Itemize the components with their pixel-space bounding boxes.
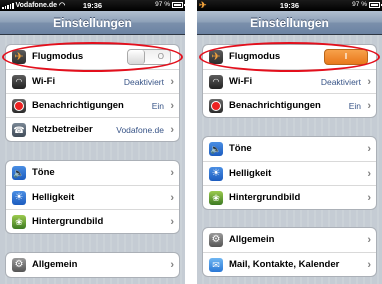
screen-airplane-off: Vodafone.de ◠ 19:36 97 % Einstellungen ✈…	[0, 0, 185, 284]
chevron-right-icon: ›	[170, 216, 174, 228]
row-label: Netzbetreiber	[32, 124, 93, 135]
airplane-icon: ✈	[209, 50, 223, 64]
screen-airplane-on: ✈ 19:36 97 % Einstellungen ✈ Flugmodus I…	[197, 0, 382, 284]
row-airplane-mode: ✈ Flugmodus I	[203, 45, 376, 69]
row-value: Vodafone.de	[116, 125, 164, 135]
chevron-right-icon: ›	[367, 192, 371, 204]
chevron-right-icon: ›	[367, 259, 371, 271]
settings-group-general: ⚙ Allgemein › ✉ Mail, Kontakte, Kalender…	[202, 227, 377, 277]
brightness-icon: ☀	[209, 167, 223, 181]
brightness-icon: ☀	[12, 191, 26, 205]
toggle-knob	[128, 50, 145, 64]
row-label: Flugmodus	[32, 51, 84, 62]
row-label: Hintergrundbild	[229, 192, 301, 203]
gear-icon: ⚙	[12, 258, 26, 272]
row-value: Ein	[151, 101, 164, 111]
row-brightness[interactable]: ☀ Helligkeit ›	[6, 185, 179, 209]
mail-icon: ✉	[209, 258, 223, 272]
chevron-right-icon: ›	[367, 143, 371, 155]
row-notifications[interactable]: Benachrichtigungen Ein ›	[6, 93, 179, 117]
chevron-right-icon: ›	[367, 100, 371, 112]
row-general[interactable]: ⚙ Allgemein ›	[203, 228, 376, 252]
row-label: Helligkeit	[229, 168, 272, 179]
row-label: Flugmodus	[229, 51, 281, 62]
page-title: Einstellungen	[197, 11, 382, 35]
row-label: Helligkeit	[32, 192, 75, 203]
gear-icon: ⚙	[209, 233, 223, 247]
row-label: Mail, Kontakte, Kalender	[229, 259, 340, 270]
battery-percent: 97 %	[352, 1, 367, 8]
wallpaper-icon: ❀	[209, 191, 223, 205]
wallpaper-icon: ❀	[12, 215, 26, 229]
carrier-icon: ☎	[12, 123, 26, 137]
settings-group-connectivity: ✈ Flugmodus I ◠ Wi-Fi Deaktiviert › Bena…	[202, 44, 377, 118]
wifi-icon: ◠	[12, 75, 26, 89]
wifi-icon: ◠	[209, 75, 223, 89]
row-airplane-mode: ✈ Flugmodus O	[6, 45, 179, 69]
row-label: Töne	[32, 167, 55, 178]
row-value: Ein	[348, 101, 361, 111]
row-value: Deaktiviert	[320, 77, 361, 87]
row-notifications[interactable]: Benachrichtigungen Ein ›	[203, 93, 376, 117]
battery-icon	[172, 1, 185, 8]
chevron-right-icon: ›	[170, 192, 174, 204]
status-bar: Vodafone.de ◠ 19:36 97 %	[0, 0, 185, 11]
row-wallpaper[interactable]: ❀ Hintergrundbild ›	[6, 209, 179, 233]
notifications-icon	[209, 99, 223, 113]
battery-percent: 97 %	[155, 1, 170, 8]
chevron-right-icon: ›	[367, 234, 371, 246]
row-label: Allgemein	[32, 259, 78, 270]
airplane-mode-toggle[interactable]: I	[324, 49, 368, 65]
settings-group-display: 🔈 Töne › ☀ Helligkeit › ❀ Hintergrundbil…	[202, 136, 377, 210]
speaker-icon: 🔈	[209, 142, 223, 156]
row-carrier[interactable]: ☎ Netzbetreiber Vodafone.de ›	[6, 117, 179, 141]
airplane-mode-toggle[interactable]: O	[127, 49, 171, 65]
row-sounds[interactable]: 🔈 Töne ›	[6, 161, 179, 185]
row-brightness[interactable]: ☀ Helligkeit ›	[203, 161, 376, 185]
row-general[interactable]: ⚙ Allgemein ›	[6, 253, 179, 277]
status-bar: ✈ 19:36 97 %	[197, 0, 382, 11]
row-wifi[interactable]: ◠ Wi-Fi Deaktiviert ›	[6, 69, 179, 93]
speaker-icon: 🔈	[12, 166, 26, 180]
row-wifi[interactable]: ◠ Wi-Fi Deaktiviert ›	[203, 69, 376, 93]
row-sounds[interactable]: 🔈 Töne ›	[203, 137, 376, 161]
settings-group-display: 🔈 Töne › ☀ Helligkeit › ❀ Hintergrundbil…	[5, 160, 180, 234]
chevron-right-icon: ›	[170, 167, 174, 179]
row-label: Hintergrundbild	[32, 216, 104, 227]
row-label: Benachrichtigungen	[32, 100, 124, 111]
row-label: Wi-Fi	[229, 76, 253, 87]
row-mail[interactable]: ✉ Mail, Kontakte, Kalender ›	[203, 252, 376, 276]
airplane-icon: ✈	[12, 50, 26, 64]
settings-group-general: ⚙ Allgemein ›	[5, 252, 180, 278]
row-label: Wi-Fi	[32, 76, 56, 87]
row-label: Töne	[229, 143, 252, 154]
toggle-on-mark: I	[344, 52, 348, 61]
row-value: Deaktiviert	[123, 77, 164, 87]
chevron-right-icon: ›	[170, 100, 174, 112]
chevron-right-icon: ›	[367, 76, 371, 88]
toggle-off-mark: O	[157, 52, 164, 61]
notifications-icon	[12, 99, 26, 113]
chevron-right-icon: ›	[170, 124, 174, 136]
row-wallpaper[interactable]: ❀ Hintergrundbild ›	[203, 185, 376, 209]
chevron-right-icon: ›	[367, 168, 371, 180]
chevron-right-icon: ›	[170, 259, 174, 271]
row-label: Benachrichtigungen	[229, 100, 321, 111]
chevron-right-icon: ›	[170, 76, 174, 88]
row-label: Allgemein	[229, 234, 275, 245]
page-title: Einstellungen	[0, 11, 185, 35]
battery-icon	[369, 1, 382, 8]
settings-group-connectivity: ✈ Flugmodus O ◠ Wi-Fi Deaktiviert › Bena…	[5, 44, 180, 142]
